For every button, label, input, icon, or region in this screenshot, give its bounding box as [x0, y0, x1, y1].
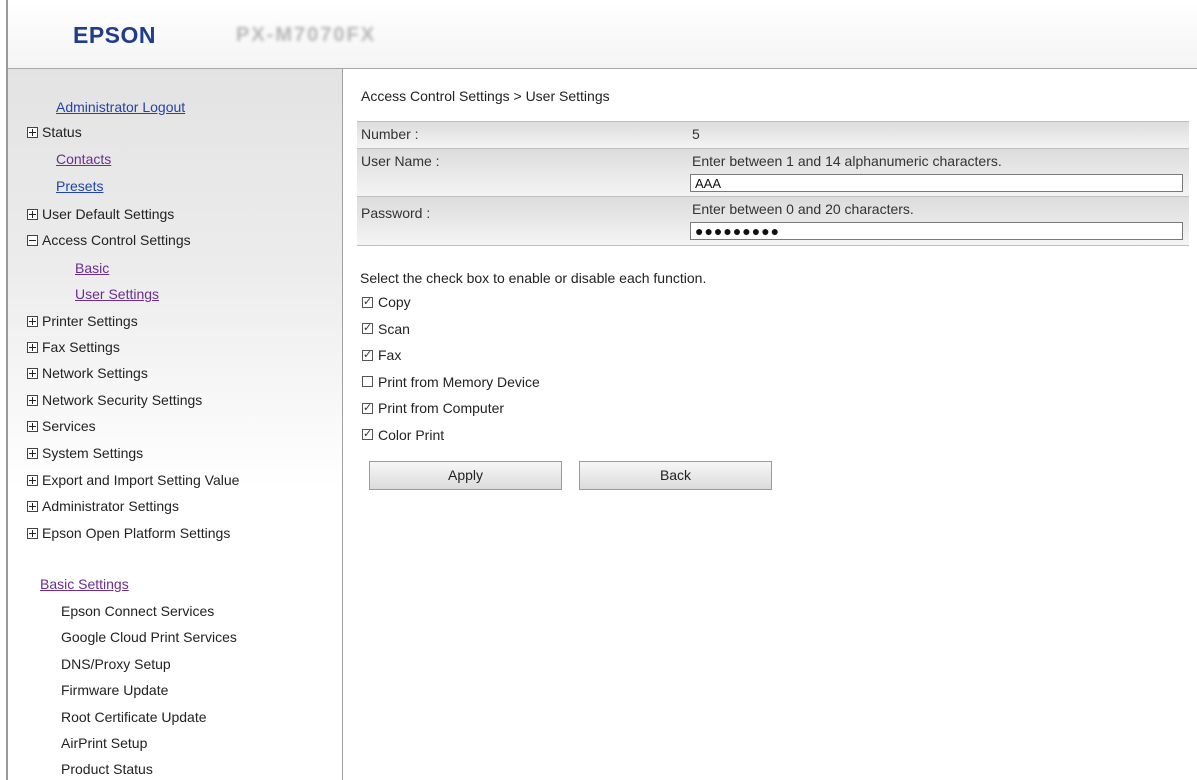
basic-settings-item[interactable]: Root Certificate Update: [61, 706, 207, 728]
sidebar-item-label: User Settings: [75, 286, 160, 302]
sidebar-item-label: Network Security Settings: [42, 392, 203, 408]
printer-model: PX-M7070FX: [236, 24, 377, 46]
sidebar-item-label: Status: [42, 124, 82, 140]
username-label: User Name :: [361, 153, 440, 169]
sidebar-item-export-import[interactable]: Export and Import Setting Value: [27, 469, 239, 491]
sidebar-item-label: Epson Open Platform Settings: [42, 525, 231, 541]
expand-plus-icon[interactable]: [27, 394, 38, 406]
sidebar-item-status[interactable]: Status: [27, 121, 82, 143]
sidebar-nav: Administrator Logout Status Contacts Pre…: [8, 69, 343, 780]
user-settings-form: Number : 5 User Name : Enter between 1 a…: [357, 121, 1189, 246]
sidebar-item-user-settings[interactable]: User Settings: [75, 283, 159, 305]
username-hint: Enter between 1 and 14 alphanumeric char…: [692, 153, 1002, 169]
checkbox-checked-icon[interactable]: ✓: [362, 349, 373, 361]
sidebar-item-label: Administrator Settings: [42, 498, 179, 514]
sidebar-item-label: Fax Settings: [42, 339, 120, 355]
sidebar-item-basic[interactable]: Basic: [75, 257, 109, 279]
sidebar-item-label: Printer Settings: [42, 313, 138, 329]
copy-checkbox[interactable]: ✓ Copy: [362, 292, 540, 319]
sidebar-item-printer-settings[interactable]: Printer Settings: [27, 310, 138, 332]
function-instruction: Select the check box to enable or disabl…: [360, 270, 707, 286]
administrator-logout-label: Administrator Logout: [56, 99, 186, 115]
expand-plus-icon[interactable]: [27, 367, 38, 379]
checkbox-checked-icon[interactable]: ✓: [362, 429, 373, 441]
expand-plus-icon[interactable]: [27, 447, 38, 459]
sidebar-item-label: Access Control Settings: [42, 232, 191, 248]
sidebar-item-access-control-settings[interactable]: Access Control Settings: [27, 229, 191, 251]
function-label: Fax: [378, 347, 402, 363]
basic-settings-label: Basic Settings: [40, 576, 129, 592]
number-value: 5: [692, 126, 700, 142]
basic-settings-item[interactable]: AirPrint Setup: [61, 732, 147, 754]
function-label: Copy: [378, 294, 411, 310]
sidebar-item-label: Presets: [56, 178, 104, 194]
color-print-checkbox[interactable]: ✓ Color Print: [362, 425, 540, 452]
password-input[interactable]: ●●●●●●●●●: [690, 222, 1183, 240]
sidebar-item-contacts[interactable]: Contacts: [56, 148, 111, 170]
sidebar-item-network-settings[interactable]: Network Settings: [27, 362, 148, 384]
checkbox-checked-icon[interactable]: ✓: [362, 323, 373, 335]
sidebar-item-fax-settings[interactable]: Fax Settings: [27, 336, 120, 358]
password-row: Password : Enter between 0 and 20 charac…: [357, 196, 1189, 246]
number-label: Number :: [361, 126, 419, 142]
basic-settings-item[interactable]: Epson Connect Services: [61, 600, 214, 622]
expand-plus-icon[interactable]: [27, 126, 38, 138]
header: EPSON PX-M7070FX: [8, 0, 1197, 69]
sidebar-item-epson-open-platform[interactable]: Epson Open Platform Settings: [27, 522, 230, 544]
basic-settings-item[interactable]: DNS/Proxy Setup: [61, 653, 171, 675]
sidebar-item-presets[interactable]: Presets: [56, 175, 103, 197]
expand-plus-icon[interactable]: [27, 420, 38, 432]
checkbox-checked-icon[interactable]: ✓: [362, 296, 373, 308]
expand-plus-icon[interactable]: [27, 315, 38, 327]
main-content: Access Control Settings > User Settings …: [343, 69, 1197, 780]
checkbox-unchecked-icon[interactable]: [362, 376, 373, 388]
sidebar-item-administrator-settings[interactable]: Administrator Settings: [27, 495, 179, 517]
administrator-logout-link[interactable]: Administrator Logout: [56, 96, 185, 118]
sidebar-item-label: Basic: [75, 260, 110, 276]
sidebar-item-system-settings[interactable]: System Settings: [27, 442, 143, 464]
epson-logo: EPSON: [73, 22, 157, 48]
sidebar-item-user-default-settings[interactable]: User Default Settings: [27, 203, 174, 225]
function-label: Color Print: [378, 426, 445, 443]
collapse-minus-icon[interactable]: [27, 234, 38, 246]
sidebar-item-network-security-settings[interactable]: Network Security Settings: [27, 389, 202, 411]
basic-settings-item[interactable]: Product Status: [61, 758, 153, 780]
sidebar-item-label: System Settings: [42, 445, 144, 461]
password-hint: Enter between 0 and 20 characters.: [692, 201, 914, 217]
username-input[interactable]: AAA: [690, 174, 1183, 192]
function-label: Print from Memory Device: [378, 373, 540, 390]
sidebar-item-label: User Default Settings: [42, 206, 175, 222]
fax-checkbox[interactable]: ✓ Fax: [362, 345, 540, 372]
basic-settings-link[interactable]: Basic Settings: [40, 573, 129, 595]
basic-settings-item[interactable]: Firmware Update: [61, 679, 168, 701]
sidebar-item-label: Network Settings: [42, 365, 148, 381]
back-button[interactable]: Back: [579, 461, 772, 490]
expand-plus-icon[interactable]: [27, 474, 38, 486]
basic-settings-item[interactable]: Google Cloud Print Services: [61, 626, 237, 648]
password-label: Password :: [361, 205, 431, 221]
sidebar-item-services[interactable]: Services: [27, 415, 96, 437]
expand-plus-icon[interactable]: [27, 341, 38, 353]
print-from-computer-checkbox[interactable]: ✓ Print from Computer: [362, 398, 540, 425]
scan-checkbox[interactable]: ✓ Scan: [362, 319, 540, 346]
number-row: Number : 5: [357, 121, 1189, 148]
function-label: Scan: [378, 320, 410, 337]
expand-plus-icon[interactable]: [27, 527, 38, 539]
apply-button[interactable]: Apply: [369, 461, 562, 490]
function-checkboxes: ✓ Copy ✓ Scan ✓ Fax Print from Memory Devic…: [362, 292, 540, 451]
expand-plus-icon[interactable]: [27, 208, 38, 220]
print-from-memory-device-checkbox[interactable]: Print from Memory Device: [362, 372, 540, 399]
sidebar-item-label: Contacts: [56, 151, 112, 167]
function-label: Print from Computer: [378, 400, 505, 416]
checkbox-checked-icon[interactable]: ✓: [362, 402, 373, 414]
breadcrumb: Access Control Settings > User Settings: [361, 88, 610, 104]
username-row: User Name : Enter between 1 and 14 alpha…: [357, 148, 1189, 196]
expand-plus-icon[interactable]: [27, 500, 38, 512]
sidebar-item-label: Services: [42, 418, 96, 434]
sidebar-item-label: Export and Import Setting Value: [42, 472, 240, 488]
